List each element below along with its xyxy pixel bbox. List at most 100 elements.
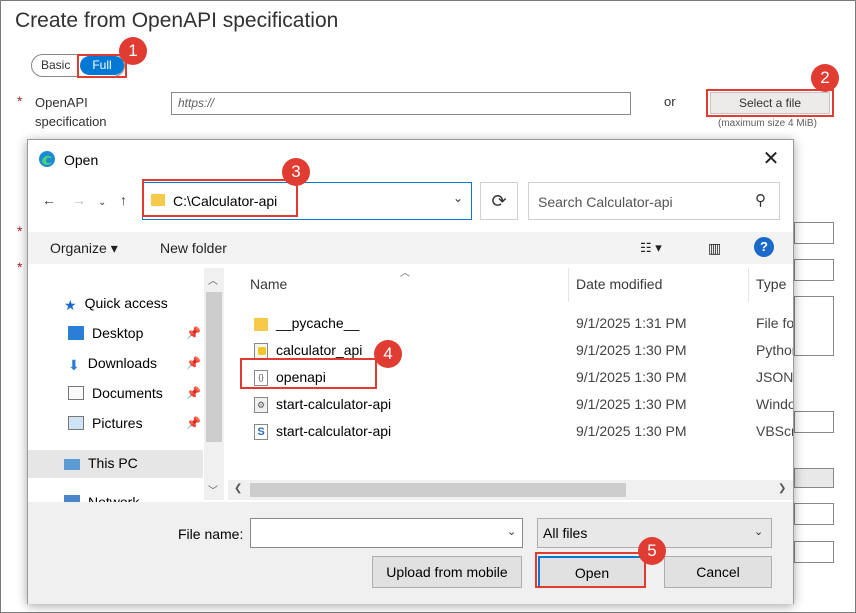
search-icon: ⚲ bbox=[755, 192, 766, 209]
search-input[interactable]: Search Calculator-api bbox=[538, 194, 673, 210]
nav-item-downloads[interactable]: ⬇ Downloads bbox=[68, 355, 157, 373]
file-name: start-calculator-api bbox=[276, 423, 392, 439]
pictures-icon bbox=[68, 416, 84, 430]
batch-file-icon: ⚙ bbox=[254, 397, 268, 413]
required-marker: * bbox=[17, 223, 23, 239]
background-field bbox=[794, 468, 834, 488]
file-row[interactable]: ⚙ start-calculator-api 9/1/2025 1:30 PM … bbox=[228, 391, 793, 418]
up-arrow-icon[interactable]: ↑ bbox=[120, 192, 127, 208]
python-file-icon bbox=[254, 343, 268, 359]
callout-4: 4 bbox=[374, 340, 402, 368]
recent-locations-chevron-icon[interactable]: ⌄ bbox=[98, 197, 106, 208]
view-options-icon[interactable]: ☷ ▾ bbox=[640, 240, 662, 256]
file-type: VBScript Script File bbox=[756, 423, 793, 439]
pin-icon: 📌 bbox=[186, 416, 201, 430]
highlight-select-file bbox=[706, 89, 834, 117]
file-type: JSON File bbox=[756, 369, 793, 385]
nav-item-desktop[interactable]: Desktop bbox=[68, 325, 143, 341]
highlight-openapi-file bbox=[240, 358, 377, 389]
sort-ascending-icon: ︿ bbox=[400, 268, 410, 279]
background-field bbox=[794, 503, 834, 525]
callout-3: 3 bbox=[282, 158, 310, 186]
upload-from-mobile-button[interactable]: Upload from mobile bbox=[372, 556, 522, 588]
scroll-right-icon[interactable]: ❯ bbox=[778, 483, 786, 494]
column-divider[interactable] bbox=[748, 268, 749, 302]
file-name-label: File name: bbox=[178, 526, 244, 542]
required-marker: * bbox=[17, 93, 23, 109]
background-textarea bbox=[794, 296, 834, 356]
file-type: Python File bbox=[756, 342, 793, 358]
chevron-down-icon[interactable]: ⌄ bbox=[507, 525, 516, 538]
navigation-pane: ★ Quick access Desktop 📌 ⬇ Downloads 📌 Doc… bbox=[28, 266, 224, 504]
organize-menu[interactable]: Organize ▾ bbox=[50, 240, 118, 257]
file-list-hscrollbar[interactable]: ❮ ❯ bbox=[228, 480, 793, 500]
openapi-url-input[interactable]: https:// bbox=[171, 92, 631, 115]
file-date: 9/1/2025 1:31 PM bbox=[576, 315, 687, 331]
chevron-down-icon[interactable]: ⌄ bbox=[453, 191, 463, 205]
toggle-basic[interactable]: Basic bbox=[41, 58, 70, 72]
edge-browser-icon bbox=[39, 151, 55, 167]
callout-5: 5 bbox=[638, 537, 666, 565]
cancel-button[interactable]: Cancel bbox=[664, 556, 772, 588]
nav-scrollbar[interactable]: ︿ ﹀ bbox=[204, 268, 224, 500]
preview-pane-icon[interactable]: ▥ bbox=[708, 240, 721, 257]
desktop-icon bbox=[68, 326, 84, 340]
pin-icon: 📌 bbox=[186, 326, 201, 340]
column-header-type[interactable]: Type bbox=[756, 276, 786, 292]
file-date: 9/1/2025 1:30 PM bbox=[576, 369, 687, 385]
close-icon[interactable]: ✕ bbox=[758, 146, 784, 172]
nav-item-documents[interactable]: Documents bbox=[68, 385, 163, 401]
nav-item-quick-access[interactable]: ★ Quick access bbox=[64, 295, 168, 313]
forward-arrow-icon[interactable]: → bbox=[72, 192, 86, 208]
documents-icon bbox=[68, 386, 84, 400]
computer-icon bbox=[64, 459, 80, 470]
chevron-down-icon: ⌄ bbox=[754, 526, 764, 538]
file-date: 9/1/2025 1:30 PM bbox=[576, 342, 687, 358]
required-marker: * bbox=[17, 259, 23, 275]
page-title: Create from OpenAPI specification bbox=[15, 9, 339, 32]
file-name-input[interactable]: ⌄ bbox=[250, 518, 523, 548]
file-type: Windows Batch File bbox=[756, 396, 793, 412]
file-date: 9/1/2025 1:30 PM bbox=[576, 396, 687, 412]
nav-scrollbar-thumb[interactable] bbox=[206, 292, 222, 442]
help-icon[interactable]: ? bbox=[754, 237, 774, 257]
background-field bbox=[794, 222, 834, 244]
search-box[interactable]: Search Calculator-api ⚲ bbox=[528, 182, 780, 220]
file-row[interactable]: __pycache__ 9/1/2025 1:31 PM File folder bbox=[228, 310, 793, 337]
highlight-address bbox=[142, 179, 298, 217]
dialog-title: Open bbox=[64, 152, 99, 168]
callout-2: 2 bbox=[811, 64, 839, 92]
file-type: File folder bbox=[756, 315, 793, 331]
scroll-down-icon[interactable]: ﹀ bbox=[208, 482, 218, 497]
file-date: 9/1/2025 1:30 PM bbox=[576, 423, 687, 439]
back-arrow-icon[interactable]: ← bbox=[42, 192, 56, 208]
refresh-icon[interactable]: ⟳ bbox=[480, 182, 518, 220]
max-size-note: (maximum size 4 MiB) bbox=[718, 118, 817, 129]
background-field bbox=[794, 541, 834, 563]
file-name: __pycache__ bbox=[276, 315, 360, 331]
nav-item-this-pc[interactable]: This PC bbox=[64, 455, 138, 471]
file-row[interactable]: S start-calculator-api 9/1/2025 1:30 PM … bbox=[228, 418, 793, 445]
nav-item-pictures[interactable]: Pictures bbox=[68, 415, 143, 431]
background-field bbox=[794, 259, 834, 281]
file-name: calculator_api bbox=[276, 342, 363, 358]
screenshot-frame: Create from OpenAPI specification Basic … bbox=[0, 0, 856, 613]
dialog-footer: File name: ⌄ All files ⌄ Upload from mob… bbox=[28, 502, 793, 604]
callout-1: 1 bbox=[119, 37, 147, 65]
command-bar: Organize ▾ New folder ☷ ▾ ▥ ? bbox=[28, 232, 793, 264]
column-header-date[interactable]: Date modified bbox=[576, 276, 662, 292]
hscrollbar-thumb[interactable] bbox=[250, 483, 626, 497]
column-divider[interactable] bbox=[568, 268, 569, 302]
download-icon: ⬇ bbox=[68, 357, 80, 373]
scroll-up-icon[interactable]: ︿ bbox=[208, 272, 218, 287]
scroll-left-icon[interactable]: ❮ bbox=[234, 483, 242, 494]
background-field bbox=[794, 411, 834, 433]
folder-icon bbox=[254, 318, 268, 331]
file-type-value: All files bbox=[543, 525, 588, 541]
pin-icon: 📌 bbox=[186, 386, 201, 400]
column-header-name[interactable]: Name bbox=[250, 276, 287, 292]
pin-icon: 📌 bbox=[186, 356, 201, 370]
new-folder-button[interactable]: New folder bbox=[160, 240, 227, 256]
file-name: start-calculator-api bbox=[276, 396, 392, 412]
vbscript-file-icon: S bbox=[254, 424, 268, 440]
